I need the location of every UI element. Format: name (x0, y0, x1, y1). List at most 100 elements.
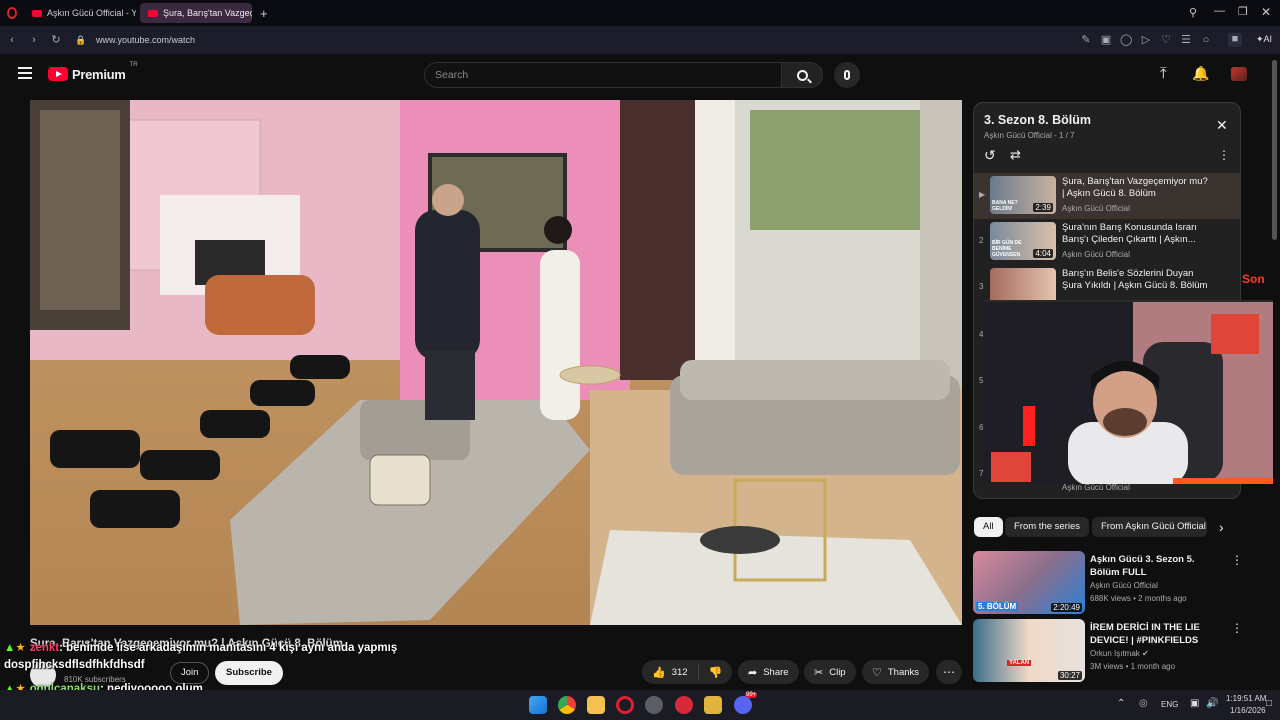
thumbs-up-icon: 👍 (652, 666, 666, 679)
close-playlist-icon[interactable]: ✕ (1216, 117, 1228, 134)
browser-tab[interactable]: Aşkın Gücü Official - YouT (24, 3, 136, 23)
browser-address-bar: ‹ › ↻ 🔒 www.youtube.com/watch ✎ ▣ ◯ ▷ ♡ … (0, 26, 1280, 54)
recommended-meta: 688K views • 2 months ago (1090, 594, 1187, 603)
hamburger-menu-icon[interactable] (18, 67, 32, 79)
playlist-item-thumbnail: BİR GÜN DE BENİME GÜVENSEN 4:04 (990, 222, 1056, 260)
duration-badge: 4:04 (1033, 249, 1053, 258)
video-player[interactable] (30, 100, 962, 625)
youtube-logo[interactable]: Premium TR (48, 62, 138, 82)
browser-tab-active[interactable]: Şura, Barış'tan Vazgeçemi (140, 3, 252, 23)
thanks-button[interactable]: ♡ Thanks (862, 660, 930, 684)
like-button[interactable]: 👍 312 (642, 664, 699, 680)
search-input[interactable]: Search (424, 62, 782, 88)
share-label: Share (763, 666, 789, 678)
app-icon[interactable] (645, 696, 663, 714)
playlist-subtitle: Aşkın Gücü Official - 1 / 7 (984, 131, 1075, 140)
share-button[interactable]: ➦ Share (738, 660, 799, 684)
youtube-play-icon (48, 67, 68, 81)
like-dislike-group: 👍 312 👎 (642, 660, 732, 684)
close-window-icon[interactable]: ✕ (1261, 5, 1271, 19)
camera-icon[interactable]: ▣ (1100, 34, 1112, 46)
clock-time[interactable]: 1:19:51 AM (1226, 694, 1266, 703)
playlist-item-channel: Aşkın Gücü Official (1062, 204, 1130, 213)
opera-logo-icon[interactable] (7, 7, 17, 19)
ai-button[interactable]: ✦AI (1256, 34, 1272, 45)
page-scrollbar[interactable] (1272, 60, 1277, 240)
notification-icon[interactable]: □ (1266, 698, 1272, 709)
forward-icon[interactable]: › (28, 34, 40, 46)
play-icon[interactable]: ▷ (1140, 34, 1152, 46)
chrome-icon[interactable] (558, 696, 576, 714)
chat-user: zenkt (29, 642, 60, 654)
voice-search-button[interactable] (834, 62, 860, 88)
heart-icon[interactable]: ♡ (1160, 34, 1172, 46)
recommended-video[interactable]: 5. BÖLÜM 2:20:49 Aşkın Gücü 3. Sezon 5. … (973, 551, 1253, 615)
subscribe-button[interactable]: Subscribe (215, 661, 283, 685)
recommended-more-icon[interactable]: ⋮ (1231, 553, 1243, 567)
like-count: 312 (671, 666, 688, 678)
duration-badge: 2:20:49 (1051, 603, 1082, 612)
chips-next-icon[interactable]: › (1219, 519, 1224, 535)
playlist-item-index: ▶ (979, 190, 986, 199)
playlist-item-title: Şura, Barış'tan Vazgeçemiyor mu? | Aşkın… (1062, 176, 1208, 199)
notifications-bell-icon[interactable]: 🔔 (1192, 65, 1209, 82)
playlist-title[interactable]: 3. Sezon 8. Bölüm (984, 113, 1091, 127)
extension-icon[interactable]: ■ (1228, 33, 1242, 47)
more-actions-button[interactable]: ⋯ (936, 660, 962, 684)
recommended-more-icon[interactable]: ⋮ (1231, 621, 1243, 635)
network-icon[interactable]: ▣ (1190, 698, 1199, 709)
logo-text: Premium (72, 66, 126, 82)
clip-button[interactable]: ✂ Clip (804, 660, 856, 684)
shield-icon[interactable]: ◯ (1120, 34, 1132, 46)
mic-tray-icon[interactable]: ◎ (1139, 698, 1148, 709)
url-field[interactable]: www.youtube.com/watch (96, 35, 195, 45)
volume-icon[interactable]: 🔊 (1206, 698, 1218, 709)
opera-icon[interactable] (616, 696, 634, 714)
chat-message: ▲★ zenkt: benimde lise arkadaşımın manita… (4, 640, 397, 654)
language-indicator[interactable]: ENG (1161, 700, 1178, 709)
maximize-icon[interactable]: ❐ (1238, 5, 1248, 18)
edit-icon[interactable]: ✎ (1080, 34, 1092, 46)
app-icon-2[interactable] (704, 696, 722, 714)
windows-start-icon[interactable] (529, 696, 547, 714)
thumb-caption: BANA NE? GELDİN! (992, 200, 1018, 212)
chip-all[interactable]: All (974, 517, 1003, 537)
playlist-item[interactable]: ▶ BANA NE? GELDİN! 2:39 Şura, Barış'tan … (974, 173, 1240, 219)
webcam-image (983, 302, 1273, 484)
tray-chevron-icon[interactable]: ⌃ (1117, 698, 1125, 709)
avatar[interactable] (1231, 67, 1247, 81)
channel-name: Orkun Işıtmak (1090, 649, 1140, 658)
search-tabs-icon[interactable]: ⚲ (1189, 6, 1197, 19)
recommended-meta: 3M views • 1 month ago (1090, 662, 1176, 671)
more-options-icon[interactable]: ⋮ (1218, 148, 1230, 162)
shuffle-icon[interactable]: ⇄ (1010, 147, 1021, 163)
thumb-caption: BİR GÜN DE BENİME GÜVENSEN (992, 240, 1022, 258)
chip-from-series[interactable]: From the series (1005, 517, 1089, 537)
clip-label: Clip (829, 666, 846, 678)
file-explorer-icon[interactable] (587, 696, 605, 714)
loop-icon[interactable]: ↺ (984, 147, 996, 164)
chat-badges-icon: ▲ (4, 642, 16, 654)
chat-message: dospfihcksdflsdfhkfdhsdf (4, 659, 145, 671)
clock-date[interactable]: 1/16/2026 (1230, 706, 1266, 715)
side-overlay-text: Son (1242, 272, 1265, 286)
search-button[interactable] (781, 62, 823, 88)
browser-tab-bar: Aşkın Gücü Official - YouT Şura, Barış't… (0, 0, 1280, 26)
recommended-title: Aşkın Gücü 3. Sezon 5. Bölüm FULL (1090, 554, 1195, 578)
menu-list-icon[interactable]: ☰ (1180, 34, 1192, 46)
recorder-icon[interactable] (675, 696, 693, 714)
ai-label: AI (1263, 34, 1273, 44)
discord-icon[interactable]: 99+ (734, 692, 758, 714)
recommended-video[interactable]: YALAN 30:27 İREM DERİCİ IN THE LIE DEVIC… (973, 619, 1253, 683)
back-icon[interactable]: ‹ (6, 34, 18, 46)
new-tab-button[interactable]: + (260, 6, 268, 21)
minimize-icon[interactable]: — (1214, 5, 1225, 17)
profile-icon[interactable]: ○ (1200, 34, 1212, 46)
chip-from-channel[interactable]: From Aşkın Gücü Official (1092, 517, 1207, 537)
reload-icon[interactable]: ↻ (50, 34, 62, 46)
thumbs-down-icon: 👎 (708, 666, 723, 679)
lock-icon: 🔒 (75, 35, 87, 45)
upload-icon[interactable]: ⤒ (1160, 65, 1167, 82)
playlist-item[interactable]: 2 BİR GÜN DE BENİME GÜVENSEN 4:04 Şura'n… (974, 219, 1240, 265)
dislike-button[interactable]: 👎 (699, 666, 733, 679)
